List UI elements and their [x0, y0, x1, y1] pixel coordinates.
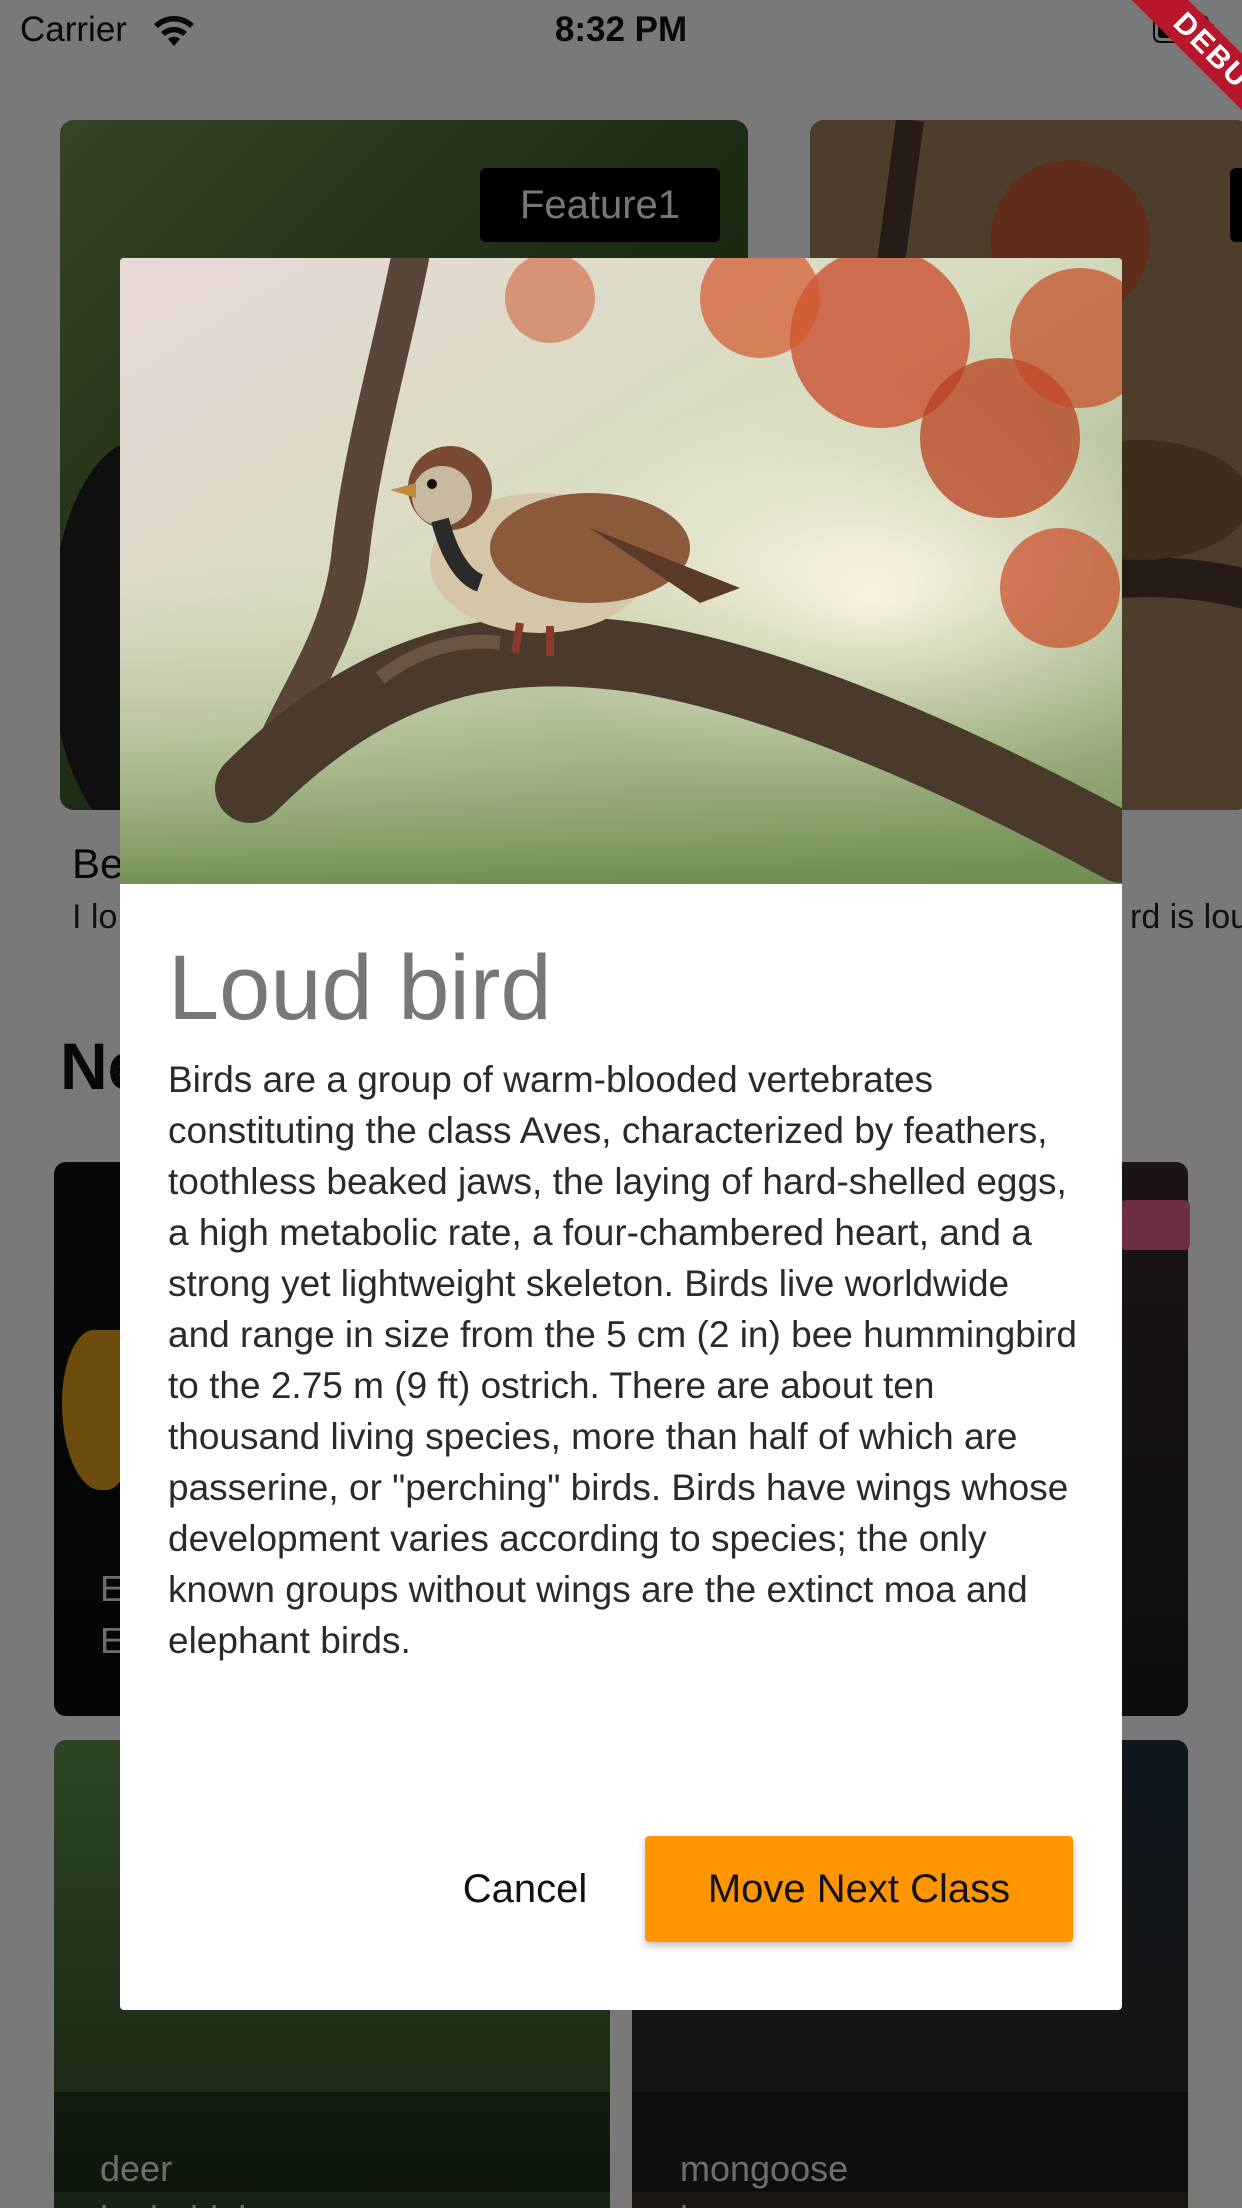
cancel-button[interactable]: Cancel	[420, 1836, 630, 1942]
app-screen: Carrier 8:32 PM Feature1	[0, 0, 1242, 2208]
dialog-image	[120, 258, 1122, 884]
dialog-title: Loud bird	[168, 937, 552, 1039]
bird-dialog: Loud bird Birds are a group of warm-bloo…	[120, 258, 1122, 2010]
move-next-class-button[interactable]: Move Next Class	[645, 1836, 1073, 1942]
dialog-body: Birds are a group of warm-blooded verteb…	[168, 1059, 1077, 1661]
sparrow-photo	[120, 258, 1122, 884]
